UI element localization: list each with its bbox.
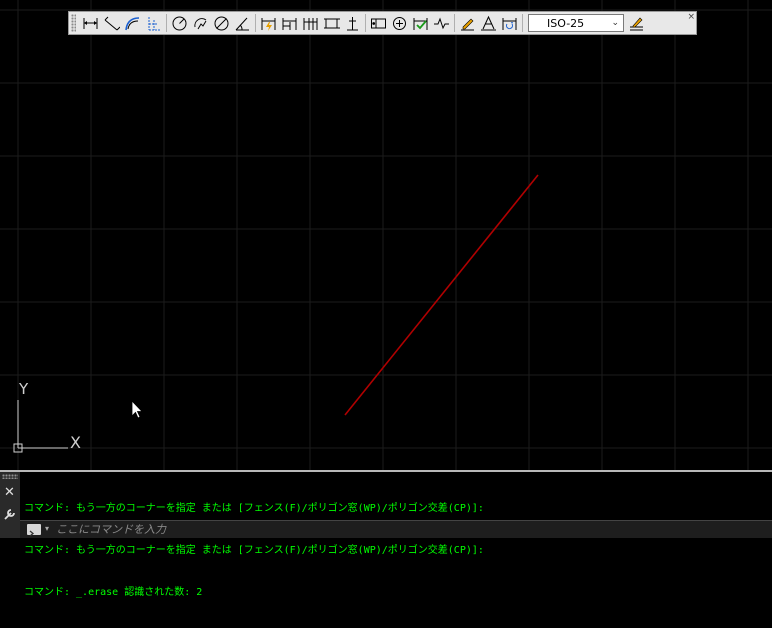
command-prompt-icon[interactable] (27, 524, 41, 537)
command-window-grip[interactable] (2, 474, 18, 479)
baseline-dimension-icon (282, 17, 297, 30)
jogged-linear-icon (434, 17, 449, 29)
ucs-x-label: X (70, 433, 81, 452)
baseline-dimension-button[interactable] (279, 13, 300, 33)
toolbar-grip[interactable] (71, 14, 76, 32)
dimension-update-icon (502, 17, 517, 30)
jogged-linear-button[interactable] (431, 13, 452, 33)
ordinate-dimension-button[interactable] (143, 13, 164, 33)
drawing-canvas[interactable]: Y X ISO-25 ⌄ × (0, 0, 772, 470)
jogged-dimension-icon (194, 17, 207, 29)
dimension-update-button[interactable] (499, 13, 520, 33)
command-input-row: ▾ (20, 520, 772, 538)
chevron-down-icon: ⌄ (611, 18, 619, 28)
angular-dimension-button[interactable] (232, 13, 253, 33)
linear-dimension-button[interactable] (80, 13, 101, 33)
arc-length-icon (125, 16, 140, 30)
aligned-dimension-icon (104, 16, 120, 30)
dimension-toolbar: ISO-25 ⌄ × (68, 11, 697, 35)
quick-dimension-icon (261, 17, 276, 31)
quick-dimension-button[interactable] (258, 13, 279, 33)
inspect-icon (413, 17, 428, 30)
dimension-break-icon (347, 16, 358, 30)
ucs-y-label: Y (18, 380, 29, 398)
dimension-style-icon (630, 17, 643, 30)
history-line: コマンド: もう一方のコーナーを指定 または [フェンス(F)/ポリゴン窓(WP… (24, 545, 484, 556)
ucs-icon: Y X (13, 380, 81, 453)
dimension-edit-button[interactable] (457, 13, 478, 33)
center-mark-button[interactable] (389, 13, 410, 33)
wrench-icon[interactable] (3, 507, 17, 521)
radius-dimension-button[interactable] (169, 13, 190, 33)
command-history: コマンド: もう一方のコーナーを指定 または [フェンス(F)/ポリゴン窓(WP… (24, 474, 484, 628)
tolerance-icon (371, 18, 386, 28)
close-icon[interactable]: ✕ (4, 486, 15, 499)
dimension-edit-icon (461, 18, 474, 30)
command-window-sidebar: ✕ (0, 472, 20, 538)
history-line: コマンド: もう一方のコーナーを指定 または [フェンス(F)/ポリゴン窓(WP… (24, 503, 484, 514)
dimension-break-button[interactable] (342, 13, 363, 33)
dimension-style-value: ISO-25 (547, 16, 585, 30)
red-line-entity[interactable] (344, 174, 539, 416)
toolbar-close-icon[interactable]: × (687, 12, 695, 22)
inspect-button[interactable] (410, 13, 431, 33)
history-line: コマンド: _.erase 認識された数: 2 (24, 587, 203, 598)
aligned-dimension-button[interactable] (101, 13, 122, 33)
diameter-dimension-icon (214, 16, 229, 30)
arc-length-button[interactable] (122, 13, 143, 33)
angular-dimension-icon (235, 17, 249, 30)
ordinate-dimension-icon (148, 16, 160, 30)
tolerance-button[interactable] (368, 13, 389, 33)
continue-dimension-button[interactable] (300, 13, 321, 33)
diameter-dimension-button[interactable] (211, 13, 232, 33)
mouse-cursor-icon (131, 400, 143, 419)
command-window: ✕ コマンド: もう一方のコーナーを指定 または [フェンス(F)/ポリゴン窓(… (0, 470, 772, 598)
command-input[interactable] (56, 522, 756, 537)
dimension-space-button[interactable] (321, 13, 342, 33)
jogged-dimension-button[interactable] (190, 13, 211, 33)
radius-dimension-icon (172, 16, 187, 30)
dimension-text-edit-icon (481, 15, 496, 30)
dimension-style-dropdown[interactable]: ISO-25 ⌄ (528, 14, 624, 32)
linear-dimension-icon (83, 17, 98, 29)
continue-dimension-icon (303, 17, 318, 30)
center-mark-icon (393, 16, 406, 30)
dimension-text-edit-button[interactable] (478, 13, 499, 33)
recent-commands-arrow-icon[interactable]: ▾ (45, 524, 49, 533)
drawing-layer: Y X (13, 174, 539, 453)
dimension-style-manager-button[interactable] (626, 13, 647, 33)
dimension-space-icon (324, 18, 340, 28)
